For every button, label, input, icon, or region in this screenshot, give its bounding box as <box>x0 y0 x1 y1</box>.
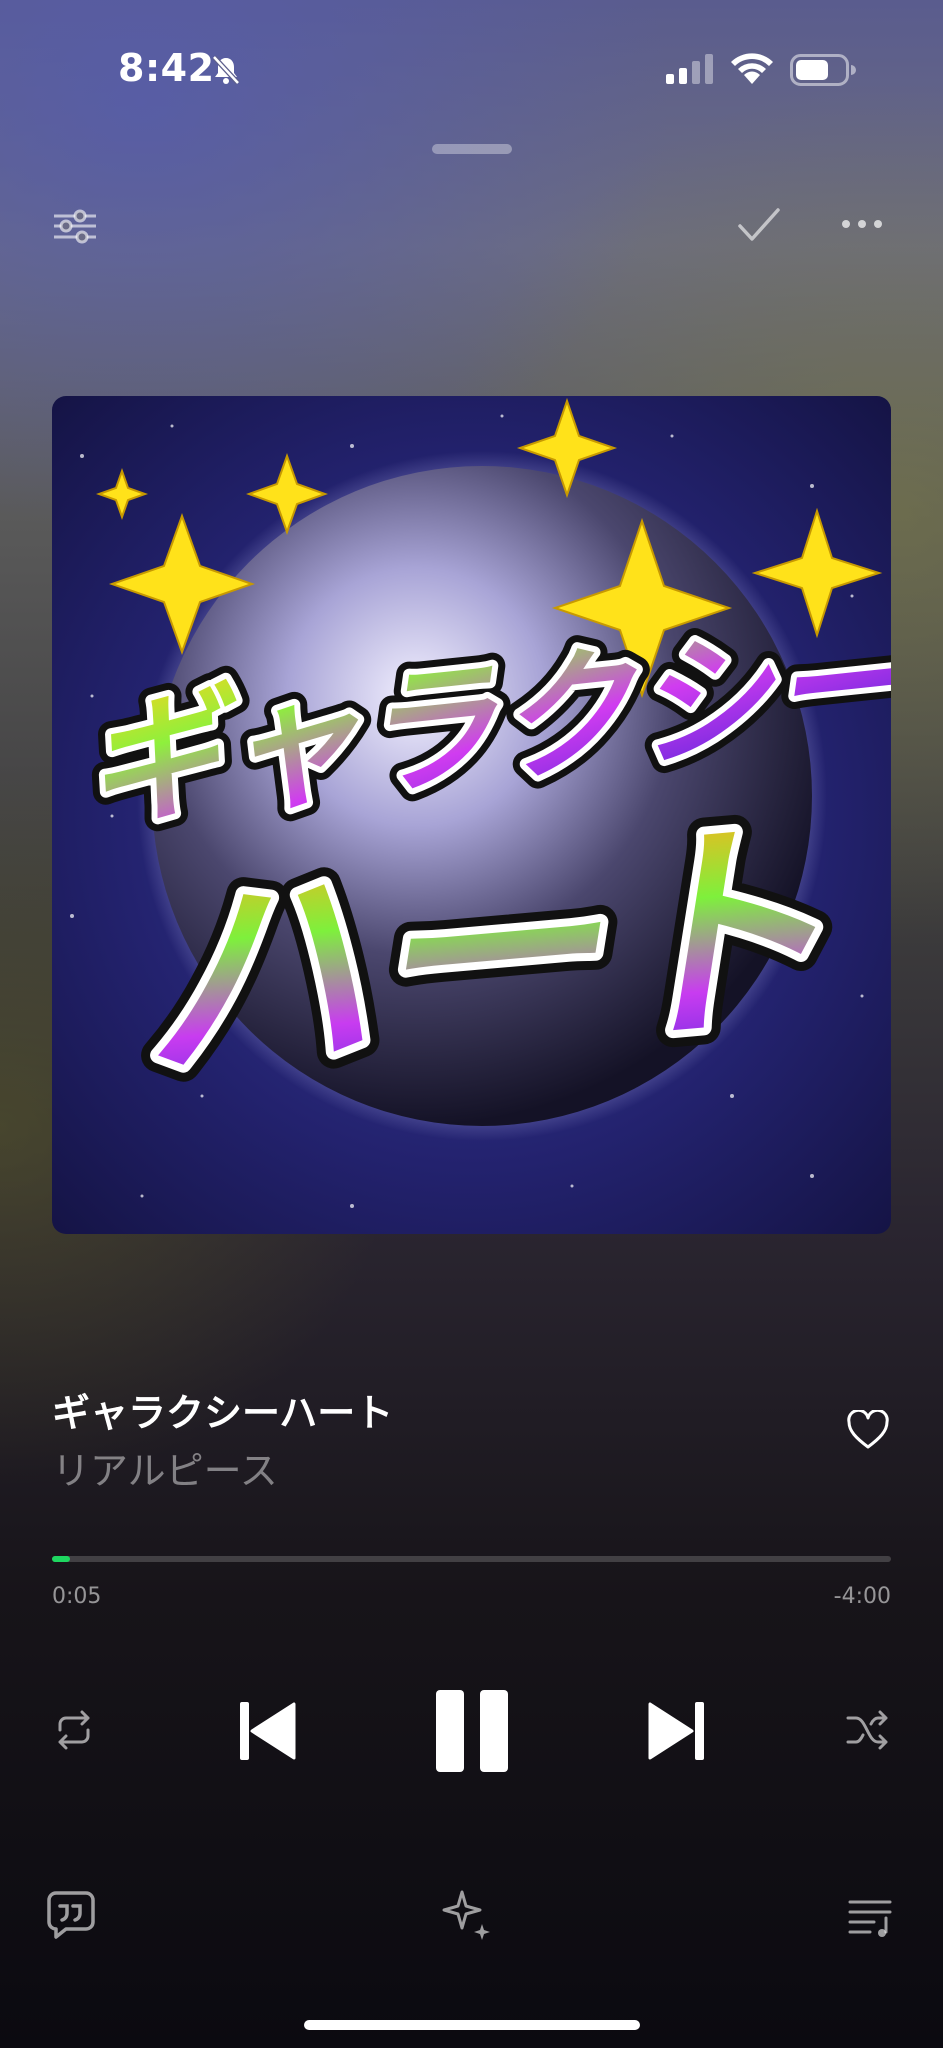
battery-icon <box>790 54 856 86</box>
equalizer-icon[interactable] <box>52 208 98 244</box>
progress-bar[interactable] <box>52 1556 891 1562</box>
wifi-icon <box>730 50 774 84</box>
repeat-icon[interactable] <box>52 1710 96 1750</box>
cellular-signal-icon <box>666 54 714 84</box>
checkmark-icon[interactable] <box>738 208 780 242</box>
lyrics-icon[interactable] <box>46 1890 96 1940</box>
progress-fill <box>52 1556 70 1562</box>
more-icon[interactable] <box>840 214 884 234</box>
bell-slash-icon <box>210 54 242 86</box>
queue-icon[interactable] <box>848 1898 894 1938</box>
next-track-icon[interactable] <box>648 1700 706 1762</box>
previous-track-icon[interactable] <box>238 1700 296 1762</box>
track-artist[interactable]: リアルピース <box>52 1440 278 1495</box>
album-artwork: ギャラクシー ギャラクシー ギャラクシー ハート ハート ハート <box>52 396 891 1234</box>
heart-outline-icon[interactable] <box>846 1410 890 1450</box>
pause-icon[interactable] <box>436 1690 508 1772</box>
track-title: ギャラクシーハート <box>52 1391 394 1435</box>
ai-sparkle-icon[interactable] <box>442 1890 494 1942</box>
shuffle-icon[interactable] <box>846 1710 890 1750</box>
home-indicator[interactable] <box>304 2020 640 2030</box>
elapsed-time: 0:05 <box>52 1584 102 1609</box>
status-time: 8:42 <box>118 46 215 90</box>
remaining-time: -4:00 <box>833 1584 891 1609</box>
sheet-grabber[interactable] <box>432 144 512 154</box>
